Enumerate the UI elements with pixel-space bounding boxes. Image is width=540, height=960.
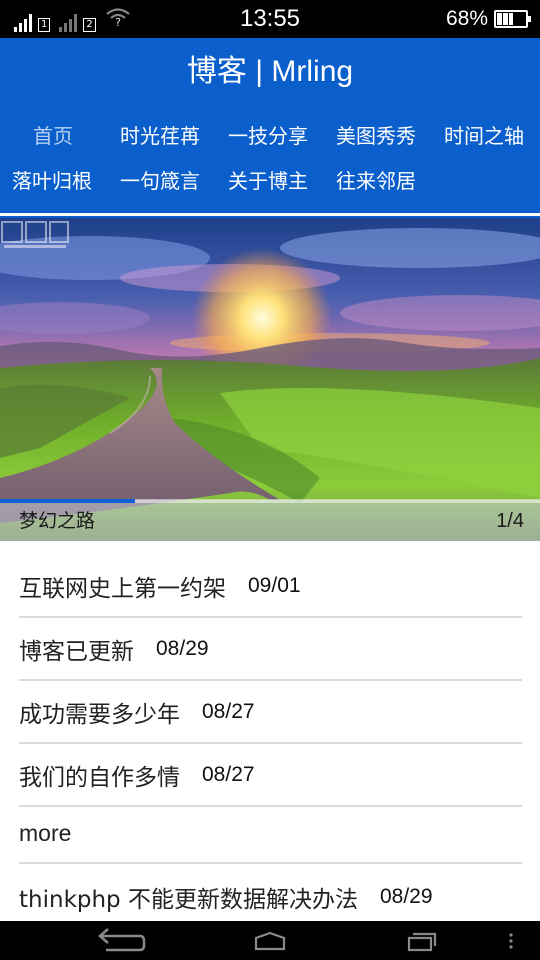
article-date: 08/29	[156, 637, 209, 660]
list-item[interactable]: 我们的自作多情 08/27	[19, 745, 522, 807]
article-date: 08/27	[202, 763, 255, 786]
banner-progress	[0, 499, 540, 503]
nav-item-timeline[interactable]: 时间之轴	[444, 121, 524, 151]
battery-cell	[508, 13, 514, 25]
nav-item-gallery[interactable]: 美图秀秀	[336, 121, 416, 151]
article-title: 互联网史上第一约架	[19, 576, 226, 602]
article-title: 我们的自作多情	[19, 765, 180, 791]
nav-item-tech-share[interactable]: 一技分享	[228, 121, 308, 151]
list-item[interactable]: 博客已更新 08/29	[19, 619, 522, 681]
nav-item-home[interactable]: 首页	[33, 121, 73, 151]
battery-icon	[494, 10, 531, 28]
nav-item-time-flies[interactable]: 时光荏苒	[120, 121, 200, 151]
article-title: 博客已更新	[19, 639, 134, 665]
article-title: 成功需要多少年	[19, 702, 180, 728]
battery-cell	[502, 13, 508, 25]
battery-cell	[514, 13, 519, 25]
article-title: thinkphp 不能更新数据解决办法	[19, 887, 358, 913]
nav-item-about[interactable]: 关于博主	[228, 166, 308, 196]
banner-progress-fill	[0, 499, 135, 503]
list-item[interactable]: 成功需要多少年 08/27	[19, 682, 522, 744]
site-header: 博客 | Mrling 首页 时光荏苒 一技分享 美图秀秀 时间之轴 落叶归根 …	[0, 38, 540, 213]
watermark-logo	[1, 221, 69, 248]
menu-button[interactable]	[504, 921, 518, 960]
banner-image	[0, 218, 540, 541]
back-button[interactable]	[92, 921, 148, 960]
system-nav-bar	[0, 921, 540, 960]
battery-cell	[497, 13, 502, 25]
list-item[interactable]: thinkphp 不能更新数据解决办法 08/29	[19, 866, 522, 928]
home-button[interactable]	[252, 921, 288, 960]
article-date: 08/29	[379, 885, 433, 908]
back-icon	[98, 928, 146, 952]
nav-item-quotes[interactable]: 一句箴言	[120, 166, 200, 196]
battery-cell	[520, 13, 525, 25]
home-icon	[254, 931, 286, 951]
banner-caption: 梦幻之路	[19, 510, 96, 532]
banner-counter: 1/4	[496, 510, 524, 532]
nav-item-roots[interactable]: 落叶归根	[12, 166, 92, 196]
recent-apps-button[interactable]	[404, 921, 438, 960]
article-date: 08/27	[202, 700, 255, 723]
menu-icon	[509, 933, 513, 949]
status-icons-right: 68%	[445, 4, 531, 34]
battery-percent: 68%	[445, 7, 488, 30]
recent-apps-icon	[407, 932, 437, 952]
blog-title[interactable]: 博客 | Mrling	[0, 54, 540, 90]
more-link[interactable]: more	[19, 804, 522, 864]
nav-item-friends[interactable]: 往来邻居	[336, 166, 416, 196]
more-label: more	[19, 819, 72, 846]
status-bar: 1 2 ? 13:55 68%	[0, 0, 540, 38]
list-item[interactable]: 互联网史上第一约架 09/01	[19, 556, 522, 618]
banner-slider[interactable]: 梦幻之路 1/4	[0, 218, 540, 541]
article-date: 09/01	[248, 574, 301, 597]
